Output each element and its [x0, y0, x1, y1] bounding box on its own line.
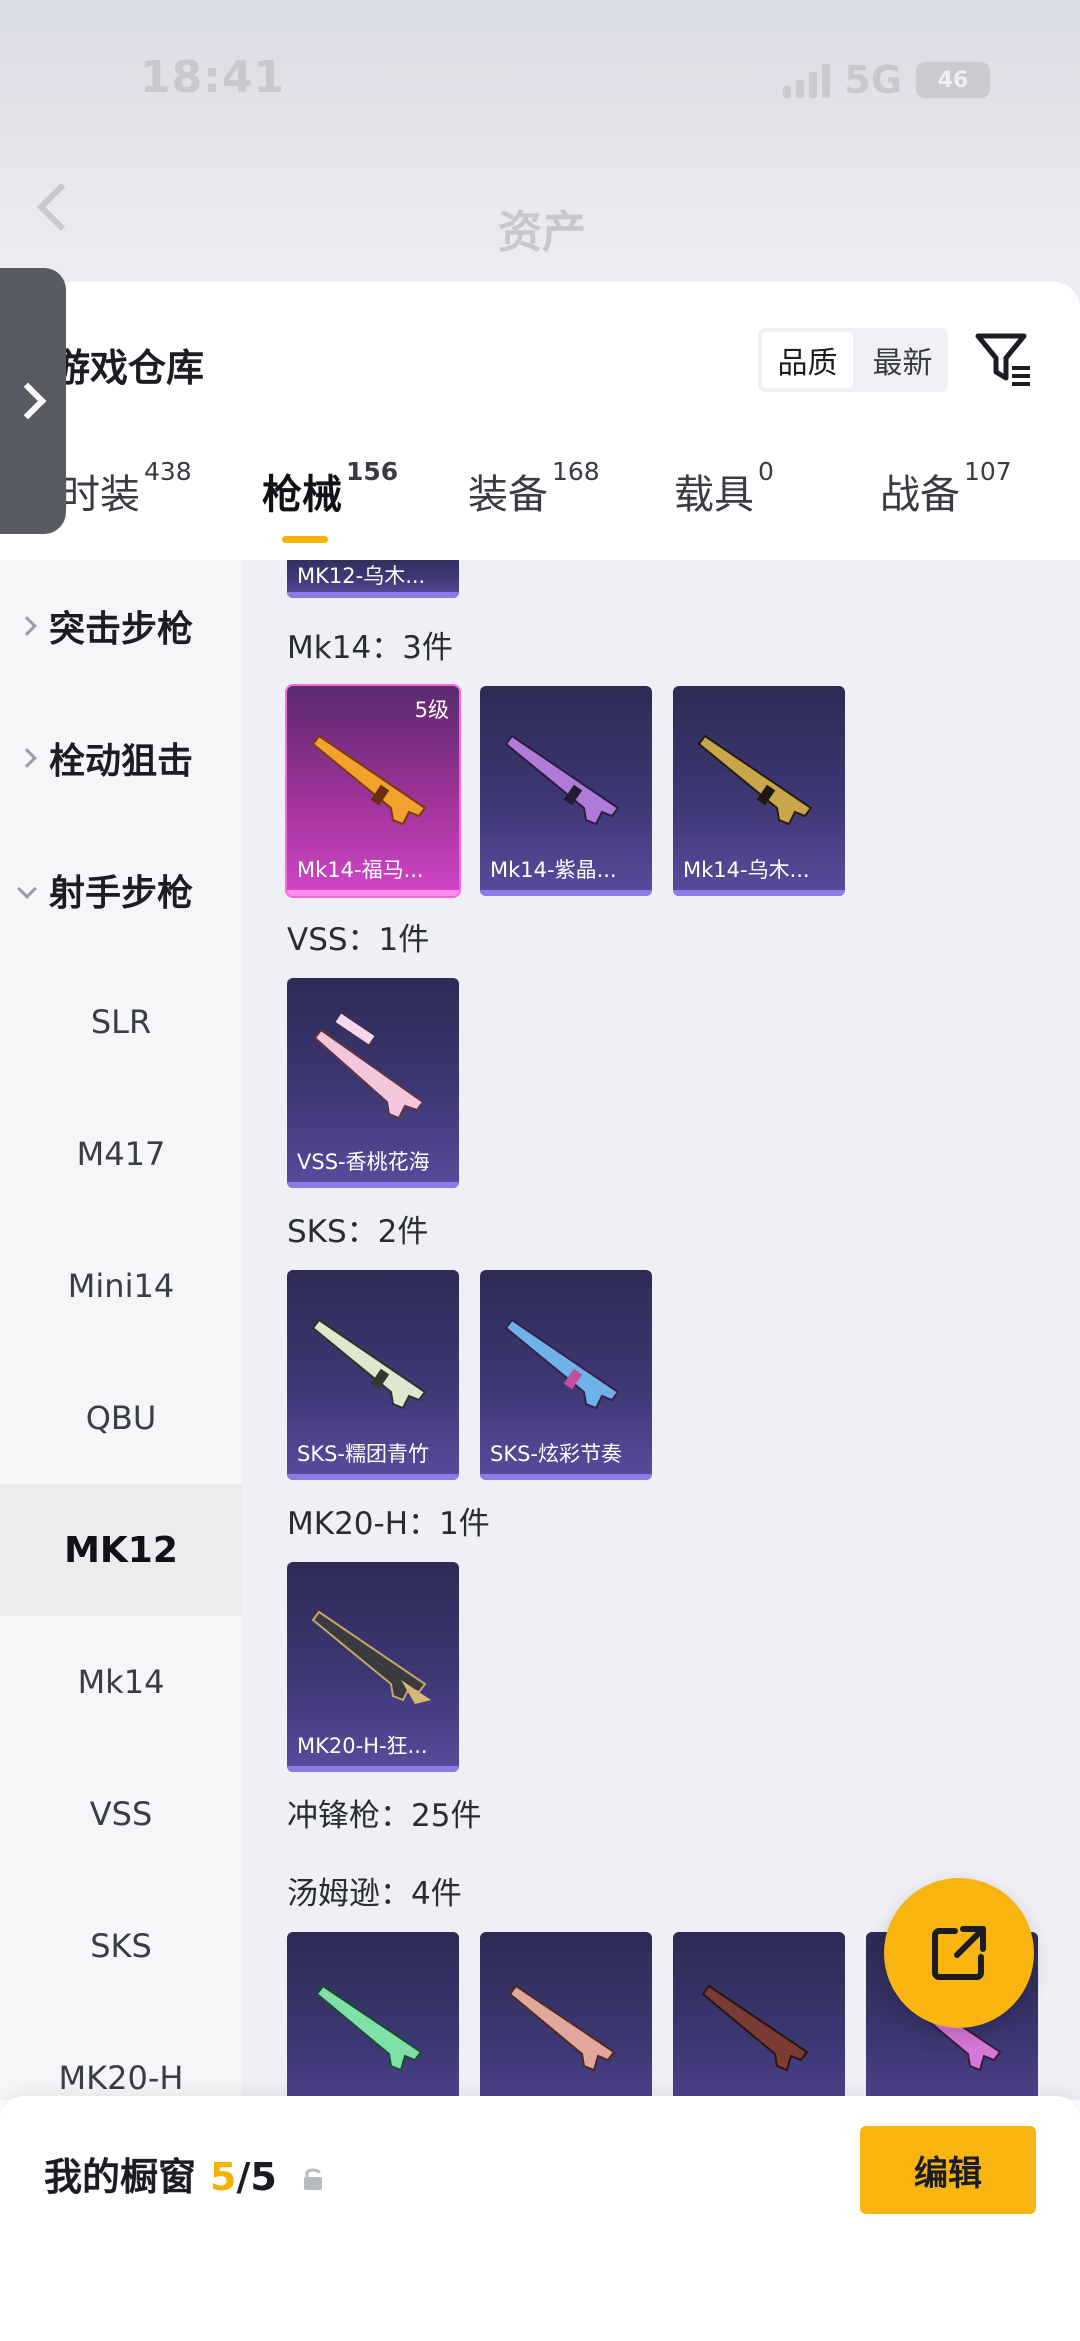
- chevron-right-icon: [17, 616, 37, 636]
- weapon-skin-grid: MK12-乌木... Mk14：3件 5级 Mk14-福马... Mk14-紫晶…: [242, 560, 1080, 2100]
- skin-name: Mk14-乌木...: [683, 858, 810, 882]
- status-time: 18:41: [140, 52, 286, 103]
- sidebar-item-qbu[interactable]: QBU: [0, 1352, 242, 1484]
- network-type: 5G: [844, 58, 902, 102]
- rarity-bar: [287, 890, 459, 896]
- rifle-icon: [504, 1318, 620, 1410]
- showcase-total: /5: [236, 2155, 277, 2199]
- battery-icon: 46: [916, 62, 990, 98]
- tab-supplies[interactable]: 战备107: [880, 457, 1012, 520]
- skin-tile[interactable]: SKS-炫彩节奏: [480, 1270, 652, 1480]
- back-icon[interactable]: [36, 182, 86, 232]
- sidebar-item-sks[interactable]: SKS: [0, 1880, 242, 2012]
- skin-tile[interactable]: SKS-糯团青竹: [287, 1270, 459, 1480]
- showcase-info: 我的橱窗 5/5: [44, 2146, 325, 2201]
- category-assault-rifle[interactable]: 突击步枪: [0, 560, 242, 692]
- skin-name: SKS-糯团青竹: [297, 1442, 430, 1466]
- group-label-mk20h: MK20-H：1件: [287, 1506, 490, 1542]
- sort-quality-button[interactable]: 品质: [762, 332, 853, 388]
- signal-icon: [783, 62, 831, 98]
- group-label-sks: SKS：2件: [287, 1214, 429, 1250]
- filter-icon[interactable]: [972, 326, 1036, 390]
- skin-name: MK20-H-狂...: [297, 1734, 428, 1758]
- skin-tile[interactable]: [480, 1932, 652, 2100]
- skin-tile[interactable]: VSS-香桃花海: [287, 978, 459, 1188]
- sort-newest-button[interactable]: 最新: [857, 328, 948, 392]
- skin-name: MK12-乌木...: [297, 564, 426, 588]
- category-marksman-rifle[interactable]: 射手步枪: [0, 824, 242, 956]
- showcase-bar: 我的橱窗 5/5 编辑: [0, 2096, 1080, 2341]
- skin-name: VSS-香桃花海: [297, 1150, 430, 1174]
- skin-name: Mk14-福马...: [297, 858, 424, 882]
- tab-vehicles[interactable]: 载具0: [674, 457, 774, 520]
- tab-equipment[interactable]: 装备168: [468, 457, 600, 520]
- battery-level: 46: [937, 67, 969, 93]
- showcase-count: 5/5: [210, 2155, 277, 2199]
- showcase-label: 我的橱窗: [44, 2155, 197, 2199]
- skin-tile[interactable]: 5级 Mk14-福马...: [287, 686, 459, 896]
- skin-tile[interactable]: [673, 1932, 845, 2100]
- status-indicators: 5G 46: [783, 58, 990, 102]
- showcase-used: 5: [210, 2155, 237, 2199]
- edit-button[interactable]: 编辑: [860, 2126, 1036, 2214]
- group-label-smg: 冲锋枪：25件: [287, 1798, 482, 1834]
- rifle-icon: [313, 1013, 425, 1120]
- smg-icon: [315, 1984, 423, 2072]
- category-bolt-sniper[interactable]: 栓动狙击: [0, 692, 242, 824]
- warehouse-title: 游戏仓库: [52, 346, 205, 390]
- lock-icon: [303, 2168, 322, 2190]
- sidebar-item-mk12[interactable]: MK12: [0, 1484, 242, 1616]
- skin-tile[interactable]: MK20-H-狂...: [287, 1562, 459, 1772]
- rarity-bar: [673, 890, 845, 896]
- skin-name: Mk14-紫晶...: [490, 858, 617, 882]
- sidebar-item-mini14[interactable]: Mini14: [0, 1220, 242, 1352]
- smg-icon: [701, 1984, 809, 2072]
- active-tab-indicator: [282, 536, 328, 543]
- drawer-chevron-icon: [9, 382, 47, 420]
- share-icon: [932, 1926, 986, 1980]
- rarity-bar: [287, 592, 459, 598]
- skin-name: SKS-炫彩节奏: [490, 1442, 623, 1466]
- sidebar-item-slr[interactable]: SLR: [0, 956, 242, 1088]
- rarity-bar: [480, 1474, 652, 1480]
- share-button[interactable]: [884, 1878, 1034, 2028]
- sidebar-item-mk14[interactable]: Mk14: [0, 1616, 242, 1748]
- rarity-bar: [287, 1182, 459, 1188]
- rarity-bar: [480, 890, 652, 896]
- rifle-icon: [504, 734, 620, 826]
- sidebar-item-vss[interactable]: VSS: [0, 1748, 242, 1880]
- rifle-icon: [311, 1610, 431, 1704]
- skin-tile[interactable]: Mk14-紫晶...: [480, 686, 652, 896]
- top-header: 18:41 5G 46 资产: [0, 0, 1080, 300]
- skin-tile[interactable]: [287, 1932, 459, 2100]
- group-label-vss: VSS：1件: [287, 922, 430, 958]
- rarity-bar: [287, 1766, 459, 1772]
- category-tabs: 时装438 枪械156 装备168 载具0 战备107: [0, 457, 1080, 542]
- drawer-toggle-button[interactable]: [0, 268, 66, 534]
- rifle-icon: [311, 1318, 427, 1410]
- group-label-mk14: Mk14：3件: [287, 630, 453, 666]
- rifle-icon: [311, 734, 427, 826]
- chevron-down-icon: [17, 879, 37, 899]
- chevron-right-icon: [17, 748, 37, 768]
- sidebar-item-m417[interactable]: M417: [0, 1088, 242, 1220]
- rarity-bar: [287, 1474, 459, 1480]
- smg-icon: [508, 1984, 616, 2072]
- tab-outfits[interactable]: 时装438: [60, 457, 192, 520]
- group-label-thompson: 汤姆逊：4件: [287, 1876, 462, 1912]
- page-title: 资产: [498, 207, 586, 258]
- skin-tile[interactable]: MK12-乌木...: [287, 560, 459, 598]
- rifle-icon: [697, 734, 813, 826]
- skin-tile[interactable]: Mk14-乌木...: [673, 686, 845, 896]
- tab-guns[interactable]: 枪械156: [262, 457, 398, 520]
- sort-toggle: 品质 最新: [758, 328, 948, 392]
- weapon-type-sidebar: 突击步枪 栓动狙击 射手步枪 SLR M417 Mini14 QBU MK12 …: [0, 560, 242, 2100]
